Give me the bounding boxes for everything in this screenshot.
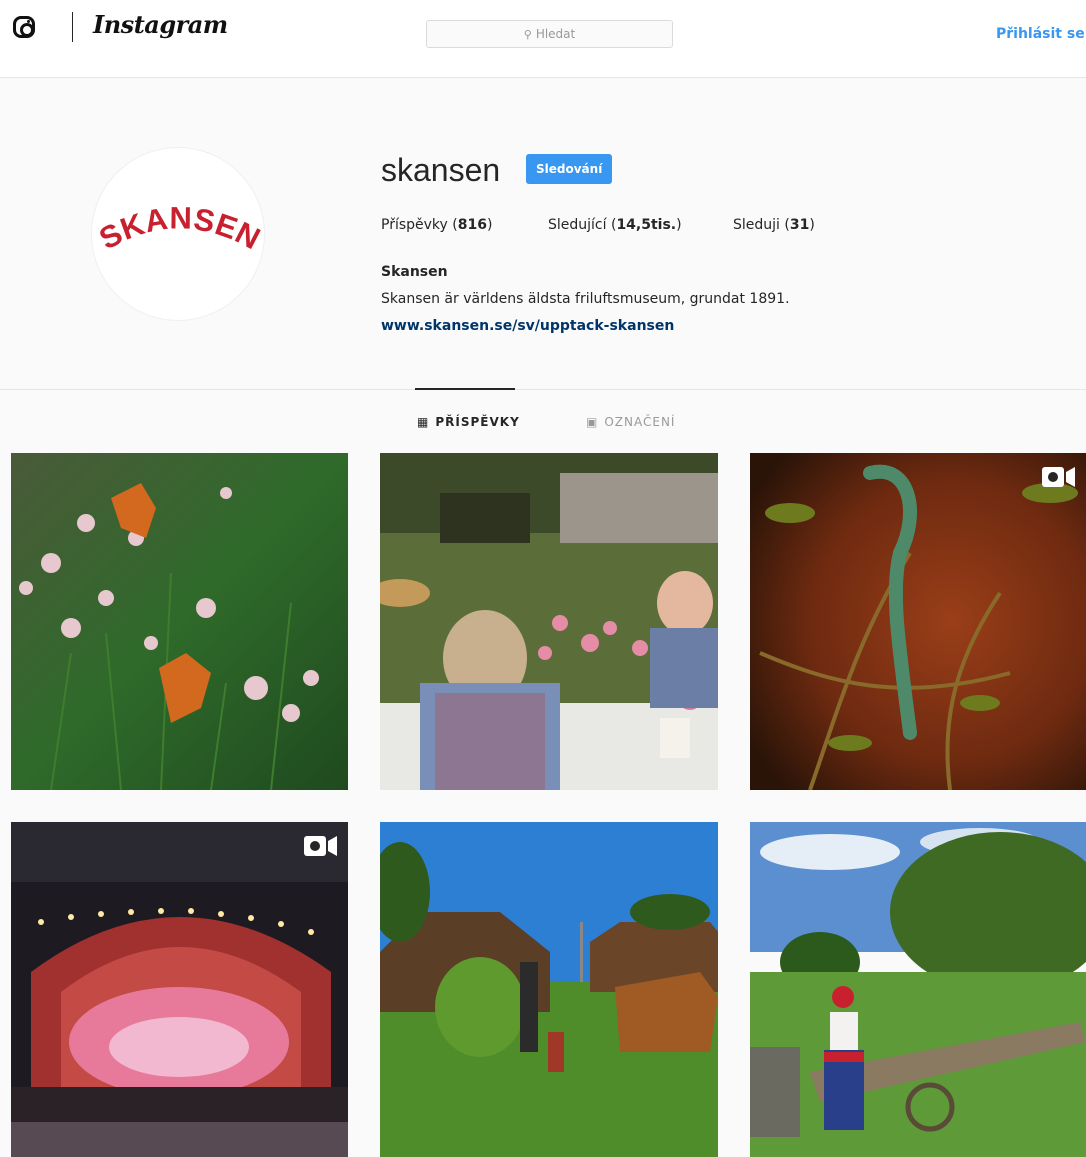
following-count: 31 [789,217,810,233]
posts-label: Příspěvky [381,217,448,233]
post-image [750,822,1086,1157]
followers-stat[interactable]: Sledující (14,5tis.) [548,217,682,233]
profile-username: skansen [381,152,501,188]
post-tile-horse-farm[interactable] [380,822,718,1157]
search-placeholder: Hledat [535,27,576,41]
svg-text:SKANSEN: SKANSEN [93,200,266,256]
post-tile-garden-coffee[interactable] [380,453,718,790]
skansen-logo: SKANSEN [93,200,266,256]
post-tile-folk-costume[interactable] [750,822,1086,1157]
video-icon [1042,467,1075,487]
instagram-camera-icon[interactable] [13,16,35,38]
instagram-wordmark[interactable]: Instagram [93,10,228,39]
brand-divider [72,12,73,42]
top-navigation-bar: Instagram ⚲ Hledat Přihlásit se [0,0,1086,78]
post-image [380,453,718,790]
active-tab-indicator [415,388,515,390]
tab-posts-label: PŘÍSPĚVKY [435,415,520,429]
tab-posts[interactable]: ▦ PŘÍSPĚVKY [417,415,520,429]
post-image [380,822,718,1157]
post-tile-chameleon[interactable] [750,453,1086,790]
followers-count: 14,5tis. [616,217,677,233]
followers-label: Sledující [548,217,607,233]
search-input[interactable]: ⚲ Hledat [426,20,673,48]
profile-avatar: SKANSEN [91,147,266,321]
post-image [750,453,1086,790]
profile-website-link[interactable]: www.skansen.se/sv/upptack-skansen [381,318,674,334]
video-icon [304,836,337,856]
posts-count-stat[interactable]: Příspěvky (816) [381,217,492,233]
post-tile-butterflies[interactable] [11,453,348,790]
tagged-person-icon: ▣ [586,415,599,429]
grid-icon: ▦ [417,415,430,429]
tabs-divider [0,389,1086,390]
tab-tagged[interactable]: ▣ OZNAČENÍ [586,415,675,429]
search-icon: ⚲ [523,27,532,41]
following-stat[interactable]: Sleduji (31) [733,217,815,233]
login-link[interactable]: Přihlásit se [996,26,1085,42]
post-image [11,453,348,790]
profile-bio: Skansen är världens äldsta friluftsmuseu… [381,291,790,307]
posts-count: 816 [457,217,487,233]
follow-button[interactable]: Sledování [526,154,613,184]
post-image [11,822,348,1157]
following-label: Sleduji [733,217,780,233]
tab-tagged-label: OZNAČENÍ [604,415,676,429]
post-tile-concert[interactable] [11,822,348,1157]
profile-full-name: Skansen [381,264,448,280]
